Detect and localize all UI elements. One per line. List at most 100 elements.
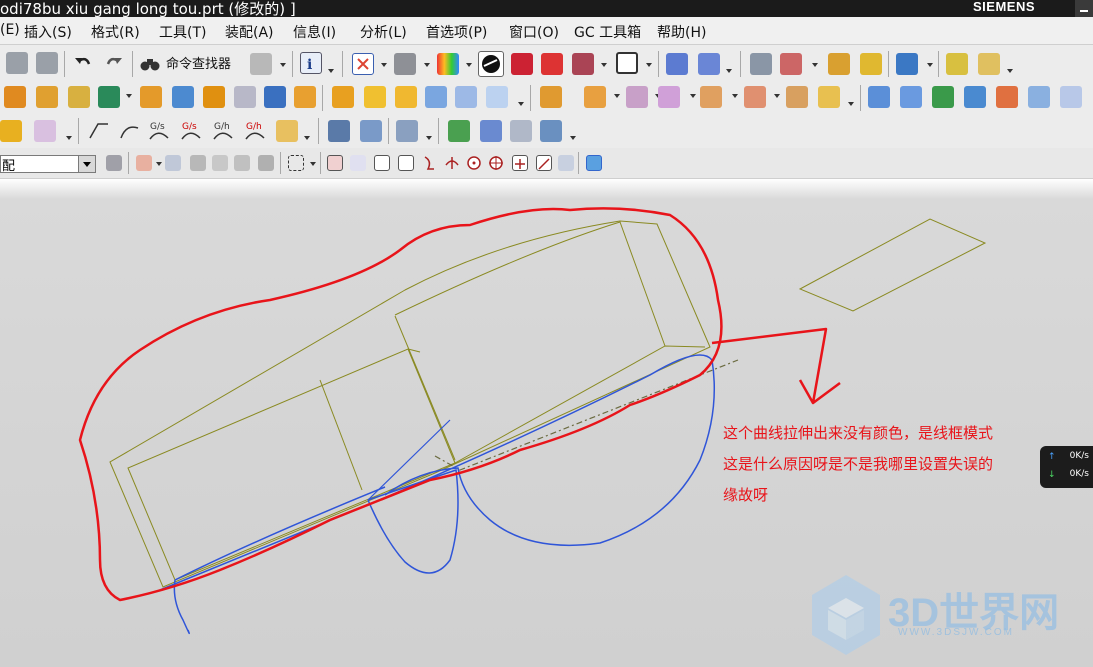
g3-curve-icon[interactable]: G/h: [244, 120, 266, 142]
select-face-icon[interactable]: [234, 155, 250, 171]
sketch-point-icon[interactable]: [68, 86, 90, 108]
text-icon[interactable]: [34, 120, 56, 142]
pattern-face-icon[interactable]: [700, 86, 722, 108]
menu-preferences[interactable]: 首选项(P): [426, 22, 487, 42]
spring-icon[interactable]: [360, 120, 382, 142]
draft-icon[interactable]: [294, 86, 316, 108]
snap-on-curve-icon[interactable]: [536, 155, 552, 171]
chevron-down-icon[interactable]: [518, 102, 524, 106]
select-body-icon[interactable]: [212, 155, 228, 171]
copy-icon[interactable]: [6, 52, 28, 74]
shaded-with-edges-icon[interactable]: [541, 53, 563, 75]
face-blend-icon[interactable]: [996, 86, 1018, 108]
chevron-down-icon[interactable]: [156, 162, 162, 166]
chevron-down-icon[interactable]: [690, 94, 696, 98]
block-icon[interactable]: [140, 86, 162, 108]
revolve-icon[interactable]: [36, 86, 58, 108]
select-feature-icon[interactable]: [190, 155, 206, 171]
chevron-down-icon[interactable]: [381, 63, 387, 67]
snap-bounded-icon[interactable]: [586, 155, 602, 171]
select-edge-icon[interactable]: [258, 155, 274, 171]
measure-distance-icon[interactable]: [946, 53, 968, 75]
redo-icon[interactable]: [103, 52, 125, 74]
chevron-down-icon[interactable]: [304, 136, 310, 140]
g2-curve-icon[interactable]: G/h: [212, 120, 234, 142]
n-sided-surface-icon[interactable]: [932, 86, 954, 108]
curve-options-icon[interactable]: [276, 120, 298, 142]
subtract-icon[interactable]: [364, 86, 386, 108]
chevron-down-icon[interactable]: [812, 63, 818, 67]
modeling-icon[interactable]: [0, 120, 22, 142]
analysis-icon[interactable]: [860, 53, 882, 75]
delete-face-icon[interactable]: [658, 86, 680, 108]
snap-on-surface-icon[interactable]: [558, 155, 574, 171]
chevron-down-icon[interactable]: [66, 136, 72, 140]
chevron-down-icon[interactable]: [466, 63, 472, 67]
section-analysis-icon[interactable]: [510, 120, 532, 142]
undo-icon[interactable]: [72, 52, 94, 74]
menu-tools[interactable]: 工具(T): [159, 22, 206, 42]
extrude-icon[interactable]: [4, 86, 26, 108]
chevron-down-icon[interactable]: [310, 162, 316, 166]
offset-surface-icon[interactable]: [1028, 86, 1050, 108]
helix-icon[interactable]: [328, 120, 350, 142]
chevron-down-icon[interactable]: [646, 63, 652, 67]
chevron-down-icon[interactable]: [614, 94, 620, 98]
move-face-icon[interactable]: [540, 86, 562, 108]
edge-blend-icon[interactable]: [203, 86, 225, 108]
unite-icon[interactable]: [332, 86, 354, 108]
edge-display-icon[interactable]: [511, 53, 533, 75]
chevron-down-icon[interactable]: [126, 94, 132, 98]
chevron-down-icon[interactable]: [848, 102, 854, 106]
chevron-down-icon[interactable]: [328, 69, 334, 73]
chevron-down-icon[interactable]: [732, 94, 738, 98]
chevron-down-icon[interactable]: [1007, 69, 1013, 73]
snap-endpoint-icon[interactable]: [327, 155, 343, 171]
chevron-down-icon[interactable]: [601, 63, 607, 67]
move-object-icon[interactable]: [698, 53, 720, 75]
snap-line-icon[interactable]: [374, 155, 390, 171]
paste-icon[interactable]: [36, 52, 58, 74]
intersect-icon[interactable]: [395, 86, 417, 108]
selection-icon[interactable]: [896, 53, 918, 75]
filter-reset-icon[interactable]: [106, 155, 122, 171]
chevron-down-icon[interactable]: [927, 63, 933, 67]
sew-icon[interactable]: [486, 86, 508, 108]
view-orient-icon[interactable]: [394, 53, 416, 75]
mirror-face-icon[interactable]: [744, 86, 766, 108]
snap-quadrant-icon[interactable]: [488, 155, 504, 171]
snap-midpoint-icon[interactable]: [350, 155, 366, 171]
through-curves-icon[interactable]: [868, 86, 890, 108]
line-icon[interactable]: [88, 120, 110, 142]
menu-window[interactable]: 窗口(O): [509, 22, 559, 42]
bridge-surface-icon[interactable]: [964, 86, 986, 108]
chevron-down-icon[interactable]: [426, 136, 432, 140]
snap-intersection-icon[interactable]: [444, 155, 460, 171]
check-geometry-icon[interactable]: [448, 120, 470, 142]
menu-assembly[interactable]: 装配(A): [225, 22, 274, 42]
g1-curve-icon[interactable]: G/s: [148, 120, 170, 142]
resize-blend-icon[interactable]: [786, 86, 808, 108]
chevron-down-icon[interactable]: [280, 63, 286, 67]
measure-angle-icon[interactable]: [978, 53, 1000, 75]
chevron-down-icon[interactable]: [726, 69, 732, 73]
menu-insert[interactable]: 插入(S): [24, 22, 72, 42]
sweep-icon[interactable]: [172, 86, 194, 108]
menu-edit[interactable]: (E): [0, 22, 20, 38]
trim-body-icon[interactable]: [425, 86, 447, 108]
arc-icon[interactable]: [118, 120, 140, 142]
binoculars-icon[interactable]: [139, 53, 161, 75]
menu-help[interactable]: 帮助(H): [657, 22, 706, 42]
snap-control-point-icon[interactable]: [398, 155, 414, 171]
trim-sheet-icon[interactable]: [1060, 86, 1082, 108]
shell-icon[interactable]: [264, 86, 286, 108]
shaded-toggle-icon[interactable]: [478, 51, 504, 77]
rectangle-select-icon[interactable]: [288, 155, 304, 171]
information-icon[interactable]: i: [300, 52, 322, 74]
offset-curve-icon[interactable]: [396, 120, 418, 142]
layer-settings-icon[interactable]: [750, 53, 772, 75]
chevron-down-icon[interactable]: [774, 94, 780, 98]
type-filter-combo[interactable]: 配: [0, 155, 96, 174]
snap-center-icon[interactable]: [466, 155, 482, 171]
through-mesh-icon[interactable]: [900, 86, 922, 108]
